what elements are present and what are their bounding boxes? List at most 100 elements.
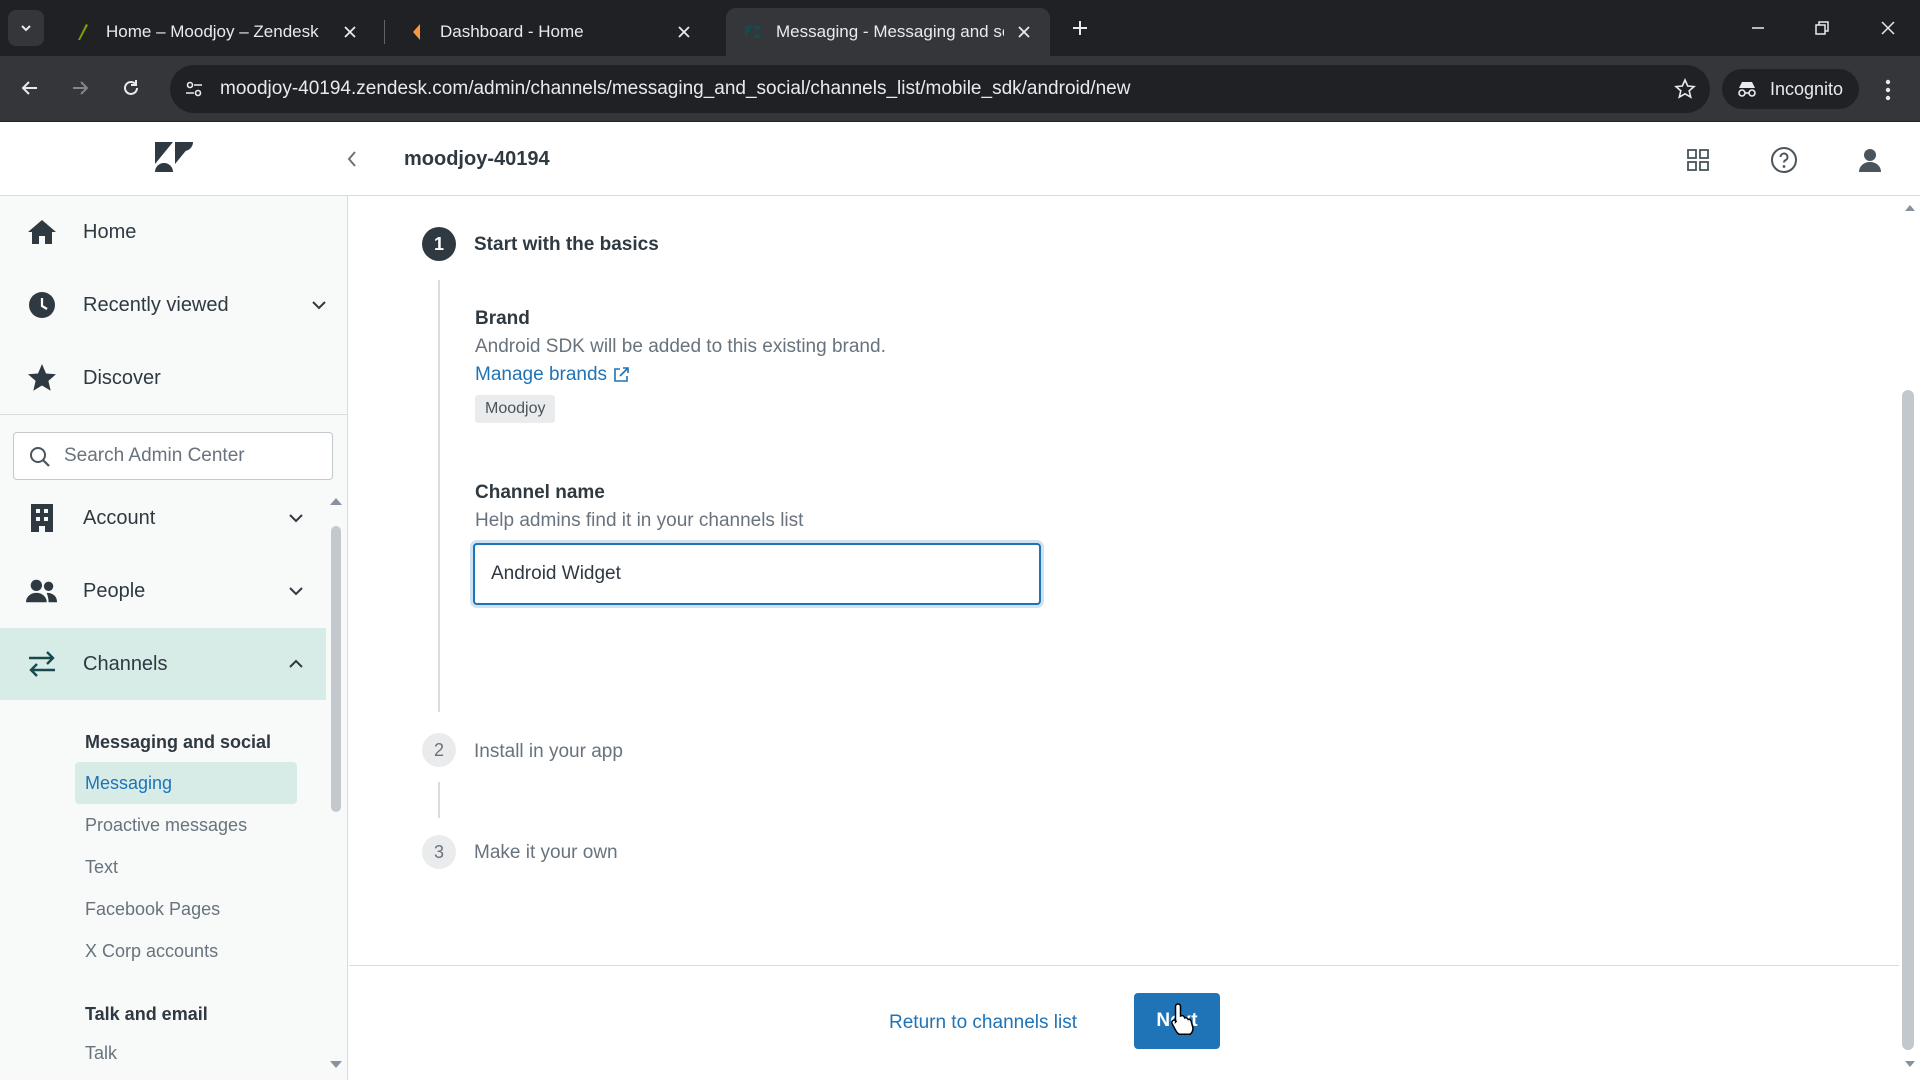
scroll-down-arrow-icon[interactable] xyxy=(329,1060,343,1070)
arrow-left-icon xyxy=(20,78,40,98)
sidebar-item-label: Account xyxy=(83,506,156,529)
sidebar-scrollbar[interactable] xyxy=(331,526,341,812)
account-subdomain: moodjoy-40194 xyxy=(404,148,550,170)
browser-tab-dashboard[interactable]: Dashboard - Home xyxy=(390,8,710,56)
sidebar-item-home[interactable]: Home xyxy=(0,196,347,268)
sidebar-subitem-facebook-pages[interactable]: Facebook Pages xyxy=(75,888,297,930)
close-icon[interactable] xyxy=(672,20,696,44)
subsection-header-talk-email: Talk and email xyxy=(85,1004,208,1024)
scroll-down-arrow-icon[interactable] xyxy=(1904,1060,1916,1068)
external-link-icon xyxy=(613,367,629,383)
forward-button[interactable] xyxy=(62,70,98,106)
chevron-down-icon xyxy=(286,581,306,601)
step-3-title: Make it your own xyxy=(474,842,618,863)
chevron-down-icon xyxy=(286,508,306,528)
admin-search-field[interactable] xyxy=(13,432,333,480)
channel-name-label: Channel name xyxy=(475,482,605,503)
sidebar-subitem-talk[interactable]: Talk xyxy=(75,1032,297,1074)
channels-icon xyxy=(26,649,58,679)
step-1-indicator: 1 xyxy=(422,227,456,261)
scroll-up-arrow-icon[interactable] xyxy=(1904,204,1916,212)
main-content: 1 Start with the basics Brand Android SD… xyxy=(349,196,1920,1080)
search-input[interactable] xyxy=(64,441,324,471)
dashboard-icon xyxy=(408,23,426,41)
browser-tab-home[interactable]: Home – Moodjoy – Zendesk xyxy=(56,8,376,56)
hand-cursor-icon xyxy=(1170,1002,1196,1036)
zendesk-leaf-icon xyxy=(74,23,92,41)
brand-tag: Moodjoy xyxy=(475,395,556,423)
step-connector xyxy=(438,280,440,712)
tab-title: Dashboard - Home xyxy=(440,22,584,41)
sidebar-subitem-proactive-messages[interactable]: Proactive messages xyxy=(75,804,297,846)
address-bar[interactable]: moodjoy-40194.zendesk.com/admin/channels… xyxy=(170,65,1710,113)
incognito-label: Incognito xyxy=(1770,78,1844,99)
incognito-icon xyxy=(1736,80,1758,98)
browser-toolbar: moodjoy-40194.zendesk.com/admin/channels… xyxy=(0,56,1920,122)
back-button[interactable] xyxy=(12,70,48,106)
manage-brands-link[interactable]: Manage brands xyxy=(475,364,629,386)
subsection-header-messaging-social: Messaging and social xyxy=(85,732,272,752)
chevron-down-icon xyxy=(309,295,329,315)
sidebar-item-label: People xyxy=(83,579,146,602)
chevron-up-icon xyxy=(286,654,306,674)
help-icon[interactable] xyxy=(1766,142,1802,178)
site-settings-icon[interactable] xyxy=(182,77,206,101)
url-text: moodjoy-40194.zendesk.com/admin/channels… xyxy=(220,78,1131,99)
collapse-sidebar-button[interactable] xyxy=(340,144,364,174)
zendesk-logo[interactable] xyxy=(155,142,193,172)
return-to-channels-link[interactable]: Return to channels list xyxy=(889,1012,1077,1034)
sidebar-item-account[interactable]: Account xyxy=(0,482,326,554)
step-connector xyxy=(438,782,440,818)
tab-separator xyxy=(384,20,385,44)
channel-name-hint: Help admins find it in your channels lis… xyxy=(475,510,804,531)
building-icon xyxy=(26,503,58,533)
minimize-button[interactable] xyxy=(1742,12,1774,44)
main-scrollbar[interactable] xyxy=(1902,390,1914,1050)
clock-icon xyxy=(26,290,58,320)
step-2-indicator: 2 xyxy=(422,733,456,767)
sidebar-subitem-x-corp-accounts[interactable]: X Corp accounts xyxy=(75,930,297,972)
incognito-indicator[interactable]: Incognito xyxy=(1722,69,1860,109)
sidebar-item-discover[interactable]: Discover xyxy=(0,342,347,414)
sidebar-item-recently-viewed[interactable]: Recently viewed xyxy=(0,269,347,341)
reload-button[interactable] xyxy=(113,70,149,106)
browser-menu-button[interactable] xyxy=(1872,74,1904,106)
more-vertical-icon xyxy=(1885,79,1891,101)
zendesk-icon xyxy=(744,23,762,41)
user-profile-icon[interactable] xyxy=(1852,142,1888,178)
close-icon[interactable] xyxy=(1012,20,1036,44)
close-icon[interactable] xyxy=(338,20,362,44)
channel-name-input[interactable] xyxy=(473,543,1041,605)
brand-label: Brand xyxy=(475,308,530,329)
sidebar-item-channels[interactable]: Channels xyxy=(0,628,326,700)
new-tab-button[interactable] xyxy=(1066,14,1094,42)
sidebar-top-nav: Home Recently viewed Discover xyxy=(0,196,347,415)
minimize-icon xyxy=(1750,20,1766,36)
chevron-down-icon xyxy=(19,21,33,35)
admin-sidebar: Home Recently viewed Discover Account xyxy=(0,196,348,1080)
sidebar-item-label: Discover xyxy=(83,366,161,389)
close-window-button[interactable] xyxy=(1872,12,1904,44)
plus-icon xyxy=(1071,19,1089,37)
footer-divider xyxy=(349,965,1899,966)
tab-search-button[interactable] xyxy=(8,10,44,46)
step-3-indicator: 3 xyxy=(422,835,456,869)
sidebar-subitem-text[interactable]: Text xyxy=(75,846,297,888)
close-icon xyxy=(1880,20,1896,36)
browser-tab-messaging[interactable]: Messaging - Messaging and social xyxy=(726,8,1050,56)
sidebar-item-label: Home xyxy=(83,220,137,243)
step-1-title: Start with the basics xyxy=(474,234,659,255)
manage-brands-label: Manage brands xyxy=(475,364,608,385)
scroll-up-arrow-icon[interactable] xyxy=(329,496,343,506)
bookmark-star-icon[interactable] xyxy=(1672,76,1698,102)
restore-button[interactable] xyxy=(1806,12,1838,44)
sidebar-item-label: Recently viewed xyxy=(83,293,229,316)
sidebar-item-people[interactable]: People xyxy=(0,555,326,627)
sidebar-subitem-messaging[interactable]: Messaging xyxy=(75,762,297,804)
products-grid-icon[interactable] xyxy=(1680,142,1716,178)
step-2-title: Install in your app xyxy=(474,741,623,762)
tab-title: Home – Moodjoy – Zendesk xyxy=(106,22,319,41)
people-icon xyxy=(26,576,58,606)
browser-tab-bar: Home – Moodjoy – Zendesk Dashboard - Hom… xyxy=(0,0,1920,56)
arrow-right-icon xyxy=(70,78,90,98)
